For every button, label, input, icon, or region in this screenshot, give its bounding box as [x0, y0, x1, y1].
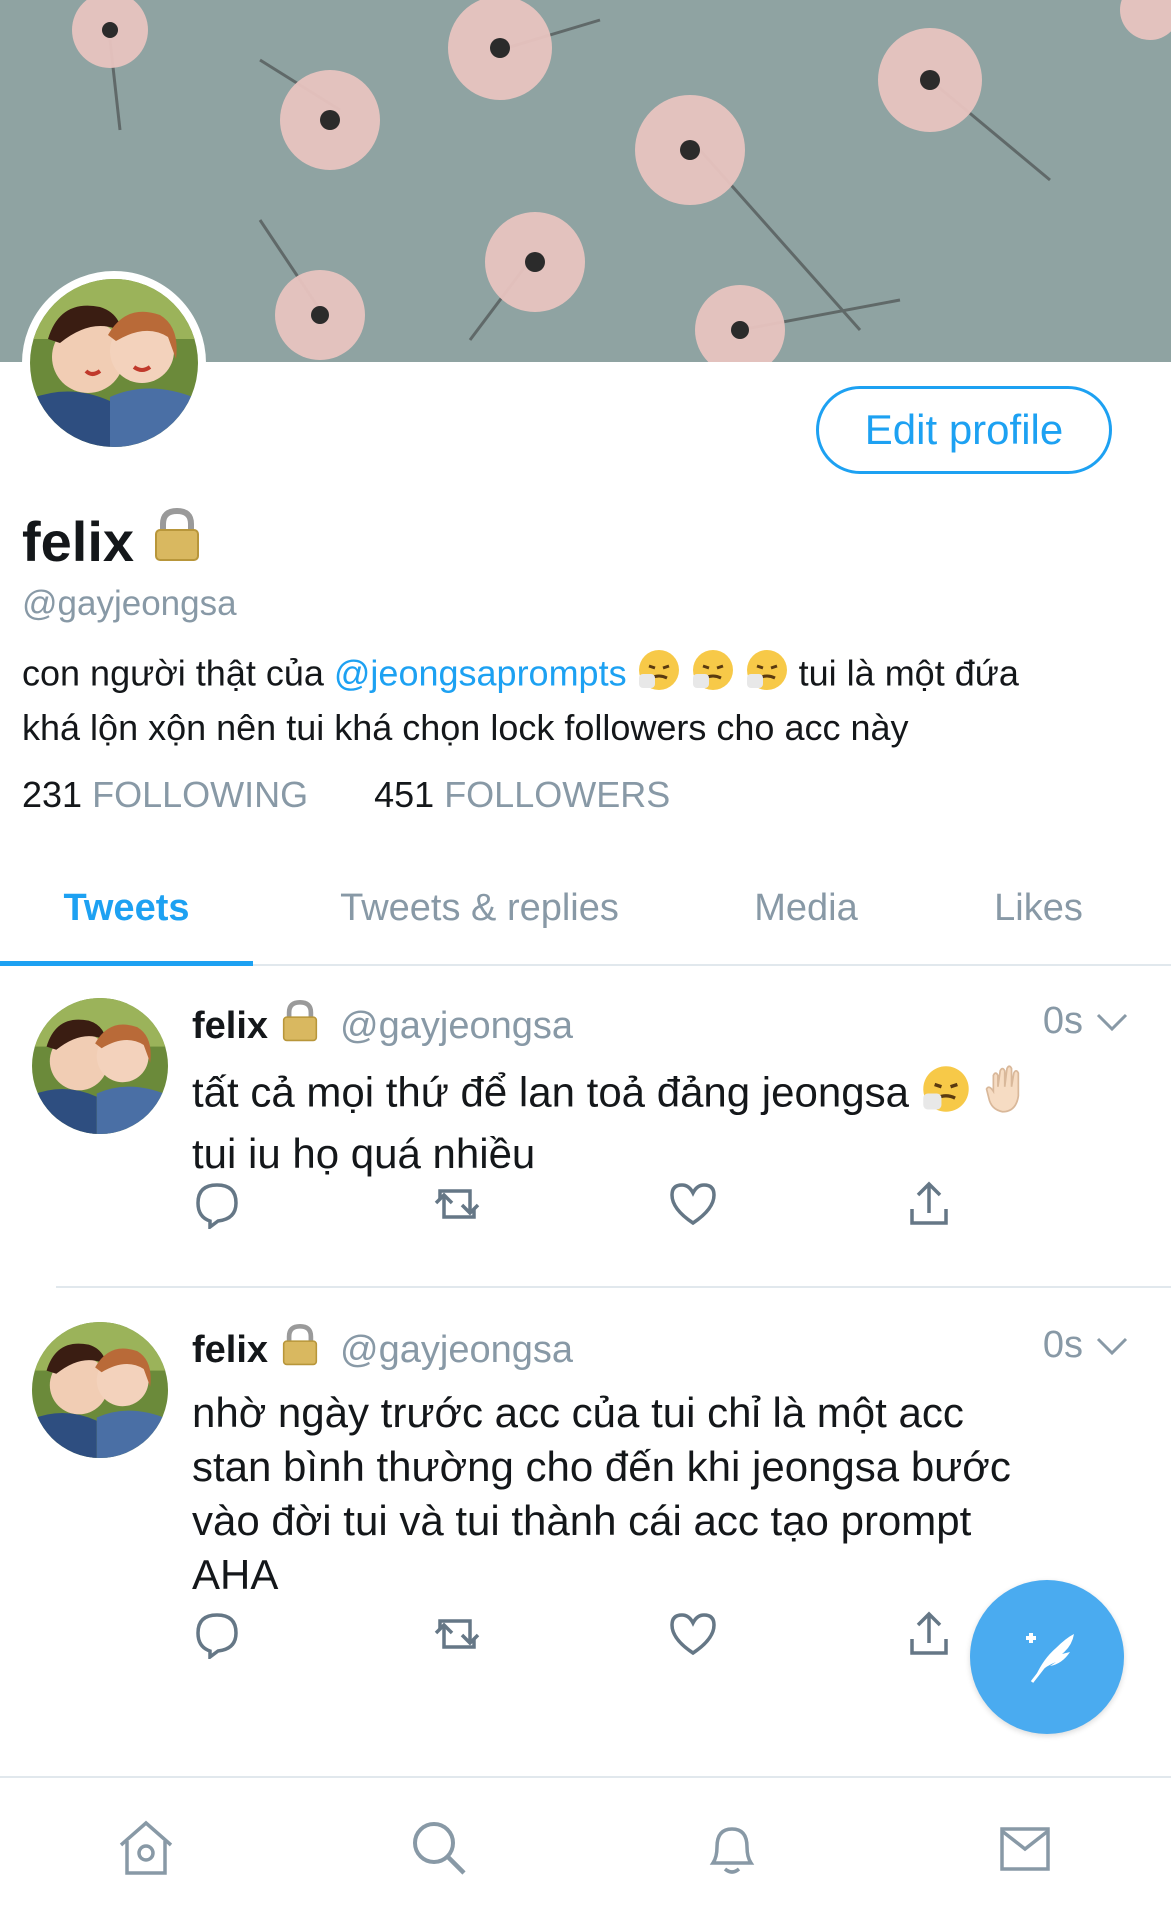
tweet-text: nhờ ngày trước acc của tui chỉ là một ac… — [192, 1386, 1122, 1602]
avatar-photo — [32, 998, 168, 1134]
profile-avatar[interactable] — [22, 271, 206, 455]
bio-mention-link[interactable]: @jeongsaprompts — [334, 653, 627, 694]
chevron-down-icon[interactable] — [1095, 1324, 1129, 1367]
tab-media[interactable]: Media — [706, 852, 906, 964]
tweet-text-line: stan bình thường cho đến khi jeongsa bướ… — [192, 1443, 1011, 1490]
tweet-text: tất cả mọi thứ để lan toả đảng jeongsa t… — [192, 1064, 1122, 1181]
profile-name-row: felix — [22, 507, 200, 575]
avatar-photo — [30, 279, 198, 447]
profile-handle: @gayjeongsa — [22, 584, 237, 623]
heart-icon — [668, 1611, 718, 1662]
bell-icon — [701, 1817, 763, 1884]
tweet-author-name[interactable]: felix — [192, 1329, 268, 1372]
retweet-icon — [430, 1179, 484, 1234]
profile-bio: con người thật của @jeongsaprompts tui l… — [22, 648, 1152, 752]
home-icon — [115, 1817, 177, 1884]
share-icon — [906, 1609, 952, 1664]
compose-tweet-button[interactable] — [970, 1580, 1124, 1734]
retweet-button[interactable] — [430, 1606, 668, 1666]
tweet-header: felix @gayjeongsa — [192, 1323, 573, 1376]
share-icon — [906, 1179, 952, 1234]
tweet[interactable]: felix @gayjeongsa 0s tất cả mọi thứ để l… — [0, 966, 1171, 1286]
tweet-timestamp: 0s — [1042, 1000, 1083, 1042]
tweet-time-row: 0s — [1043, 1324, 1129, 1367]
followers-count: 451 — [374, 774, 435, 815]
like-button[interactable] — [668, 1176, 906, 1236]
following-label: FOLLOWING — [92, 774, 309, 815]
heart-icon — [668, 1181, 718, 1232]
profile-tabs: Tweets Tweets & replies Media Likes — [0, 852, 1171, 966]
tweet-text-line: AHA — [192, 1551, 279, 1598]
sneezing-face-emoji — [691, 648, 735, 704]
profile-stats: 231 FOLLOWING 451 FOLLOWERS — [22, 774, 736, 816]
tweet-header: felix @gayjeongsa — [192, 999, 573, 1052]
lock-icon — [282, 999, 318, 1052]
tweet-author-handle[interactable]: @gayjeongsa — [340, 1329, 573, 1372]
bio-text-line2: khá lộn xộn nên tui khá chọn lock follow… — [22, 707, 909, 748]
tweet-avatar[interactable] — [32, 998, 168, 1134]
tweet-text-line: nhờ ngày trước acc của tui chỉ là một ac… — [192, 1389, 964, 1436]
chevron-down-icon[interactable] — [1095, 1000, 1129, 1043]
sneezing-face-emoji — [637, 648, 681, 704]
raised-hand-emoji — [982, 1064, 1032, 1127]
bottom-navigation — [0, 1776, 1171, 1922]
nav-search[interactable] — [293, 1778, 586, 1922]
retweet-button[interactable] — [430, 1176, 668, 1236]
sneezing-face-emoji — [745, 648, 789, 704]
followers-link[interactable]: 451 FOLLOWERS — [374, 774, 670, 816]
like-button[interactable] — [668, 1606, 906, 1666]
following-count: 231 — [22, 774, 83, 815]
tweet-author-name[interactable]: felix — [192, 1005, 268, 1048]
mail-icon — [994, 1817, 1056, 1884]
tab-tweets[interactable]: Tweets — [0, 852, 253, 966]
tweet-timestamp: 0s — [1042, 1324, 1083, 1366]
sneezing-face-emoji — [921, 1064, 971, 1127]
tweet-text-line: vào đời tui và tui thành cái acc tạo pro… — [192, 1497, 972, 1544]
retweet-icon — [430, 1609, 484, 1664]
tweet-text-line: tui iu họ quá nhiều — [192, 1130, 536, 1177]
compose-tweet-icon — [1012, 1620, 1082, 1695]
nav-notifications[interactable] — [586, 1778, 879, 1922]
following-link[interactable]: 231 FOLLOWING — [22, 774, 308, 816]
reply-icon — [192, 1609, 242, 1664]
tab-likes[interactable]: Likes — [906, 852, 1171, 964]
share-button[interactable] — [906, 1176, 1144, 1236]
bio-text: tui là một đứa — [788, 652, 1019, 694]
lock-icon — [282, 1323, 318, 1376]
nav-home[interactable] — [0, 1778, 293, 1922]
reply-icon — [192, 1179, 242, 1234]
nav-messages[interactable] — [878, 1778, 1171, 1922]
lock-icon — [154, 507, 200, 575]
reply-button[interactable] — [192, 1606, 430, 1666]
tweet-actions — [192, 1176, 1144, 1236]
tweet-time-row: 0s — [1043, 1000, 1129, 1043]
avatar-photo — [32, 1322, 168, 1458]
tweet-author-handle[interactable]: @gayjeongsa — [340, 1005, 573, 1048]
search-icon — [408, 1817, 470, 1884]
edit-profile-button[interactable]: Edit profile — [816, 386, 1112, 474]
tab-tweets-replies[interactable]: Tweets & replies — [253, 852, 706, 964]
reply-button[interactable] — [192, 1176, 430, 1236]
followers-label: FOLLOWERS — [444, 774, 671, 815]
profile-name: felix — [22, 510, 135, 573]
bio-text: con người thật của — [22, 652, 334, 694]
tweet-text-line: tất cả mọi thứ để lan toả đảng jeongsa — [192, 1068, 909, 1116]
tweet-avatar[interactable] — [32, 1322, 168, 1458]
